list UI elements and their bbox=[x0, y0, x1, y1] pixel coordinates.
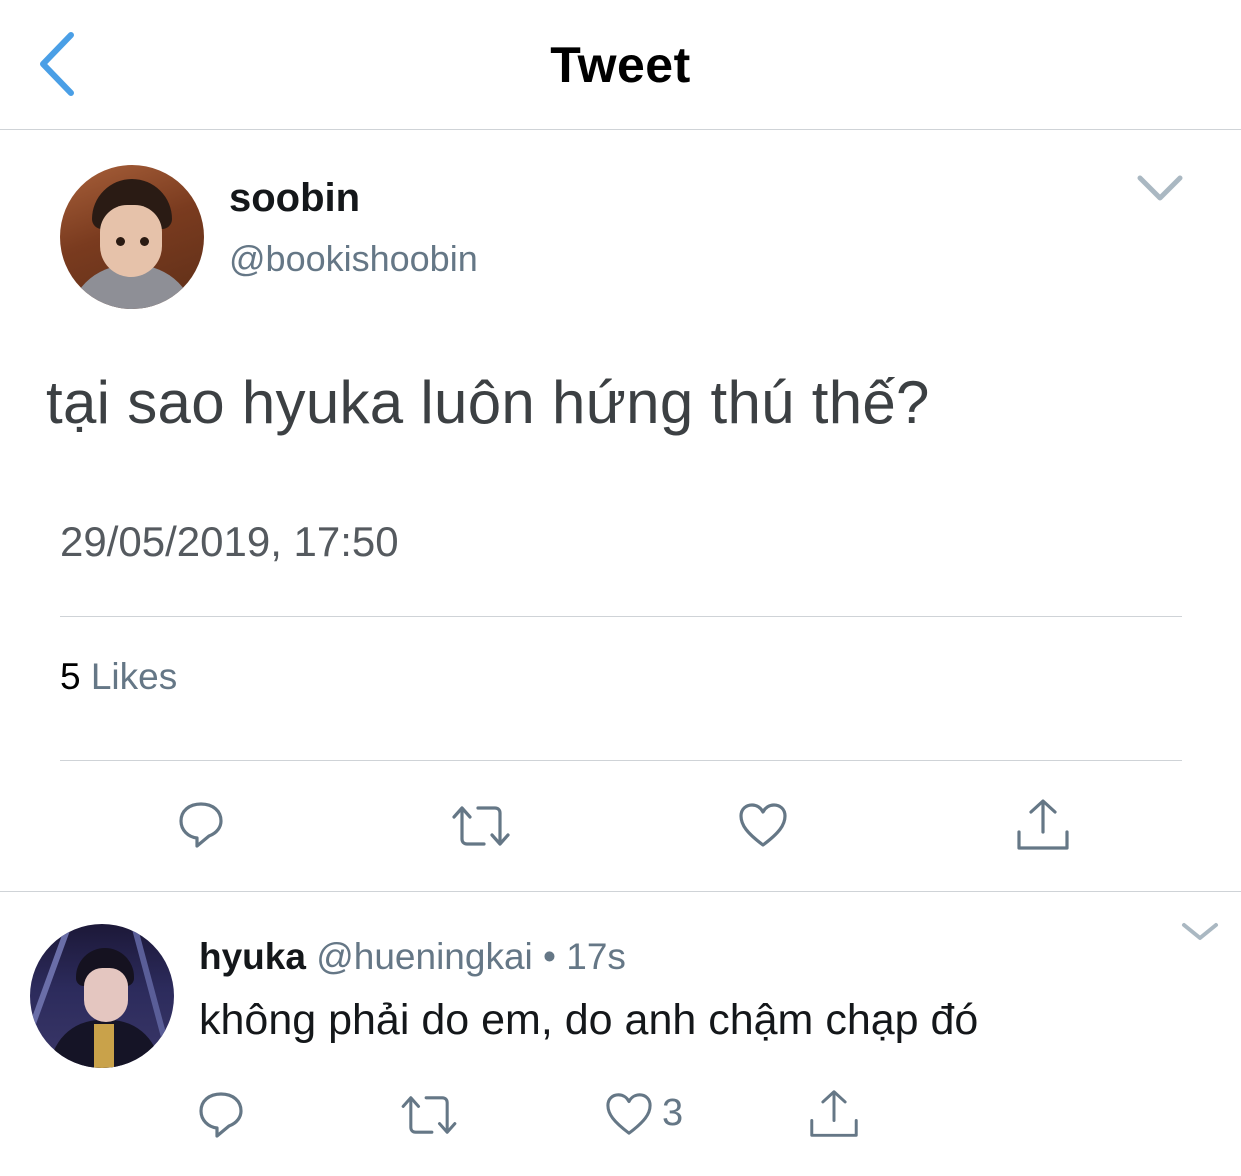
tweet-text: tại sao hyuka luôn hứng thú thế? bbox=[46, 369, 930, 436]
avatar[interactable] bbox=[60, 165, 204, 309]
author-handle[interactable]: @bookishoobin bbox=[229, 238, 478, 280]
like-button[interactable] bbox=[734, 798, 792, 852]
author-name[interactable]: soobin bbox=[229, 176, 360, 221]
reply-button[interactable] bbox=[172, 796, 230, 854]
reply-text: không phải do em, do anh chậm chạp đó bbox=[199, 996, 979, 1044]
heart-icon bbox=[739, 803, 787, 847]
reply-retweet-button[interactable] bbox=[398, 1090, 460, 1140]
likes-label: Likes bbox=[80, 656, 178, 697]
share-icon bbox=[1017, 799, 1069, 850]
more-options-button[interactable] bbox=[1134, 168, 1186, 208]
reply-reply-button[interactable] bbox=[194, 1088, 248, 1142]
page-title: Tweet bbox=[550, 37, 691, 93]
reply-more-options-button[interactable] bbox=[1180, 920, 1220, 944]
reply-meta: @hueningkai • 17s bbox=[305, 936, 626, 977]
likes-stat[interactable]: 5 Likes bbox=[60, 656, 177, 698]
heart-icon bbox=[606, 1093, 652, 1135]
divider bbox=[60, 616, 1182, 617]
reply-like-count: 3 bbox=[662, 1092, 684, 1134]
reply-icon bbox=[179, 802, 223, 848]
section-divider bbox=[0, 891, 1241, 892]
divider bbox=[60, 760, 1182, 761]
reply-header: hyuka @hueningkai • 17s bbox=[199, 936, 626, 978]
reply-avatar[interactable] bbox=[30, 924, 174, 1068]
reply-author-name[interactable]: hyuka bbox=[199, 936, 306, 977]
retweet-icon bbox=[452, 806, 510, 846]
likes-count: 5 bbox=[60, 656, 81, 697]
retweet-icon bbox=[401, 1096, 457, 1134]
reply-icon bbox=[199, 1092, 243, 1138]
app-header: Tweet bbox=[0, 0, 1241, 130]
share-icon bbox=[810, 1090, 858, 1137]
chevron-down-icon bbox=[1182, 923, 1218, 940]
chevron-down-icon bbox=[1137, 175, 1183, 201]
tweet-timestamp: 29/05/2019, 17:50 bbox=[60, 518, 399, 565]
retweet-button[interactable] bbox=[448, 800, 514, 852]
share-button[interactable] bbox=[1012, 796, 1074, 854]
reply-like-button[interactable] bbox=[602, 1088, 656, 1140]
reply-share-button[interactable] bbox=[806, 1086, 862, 1142]
